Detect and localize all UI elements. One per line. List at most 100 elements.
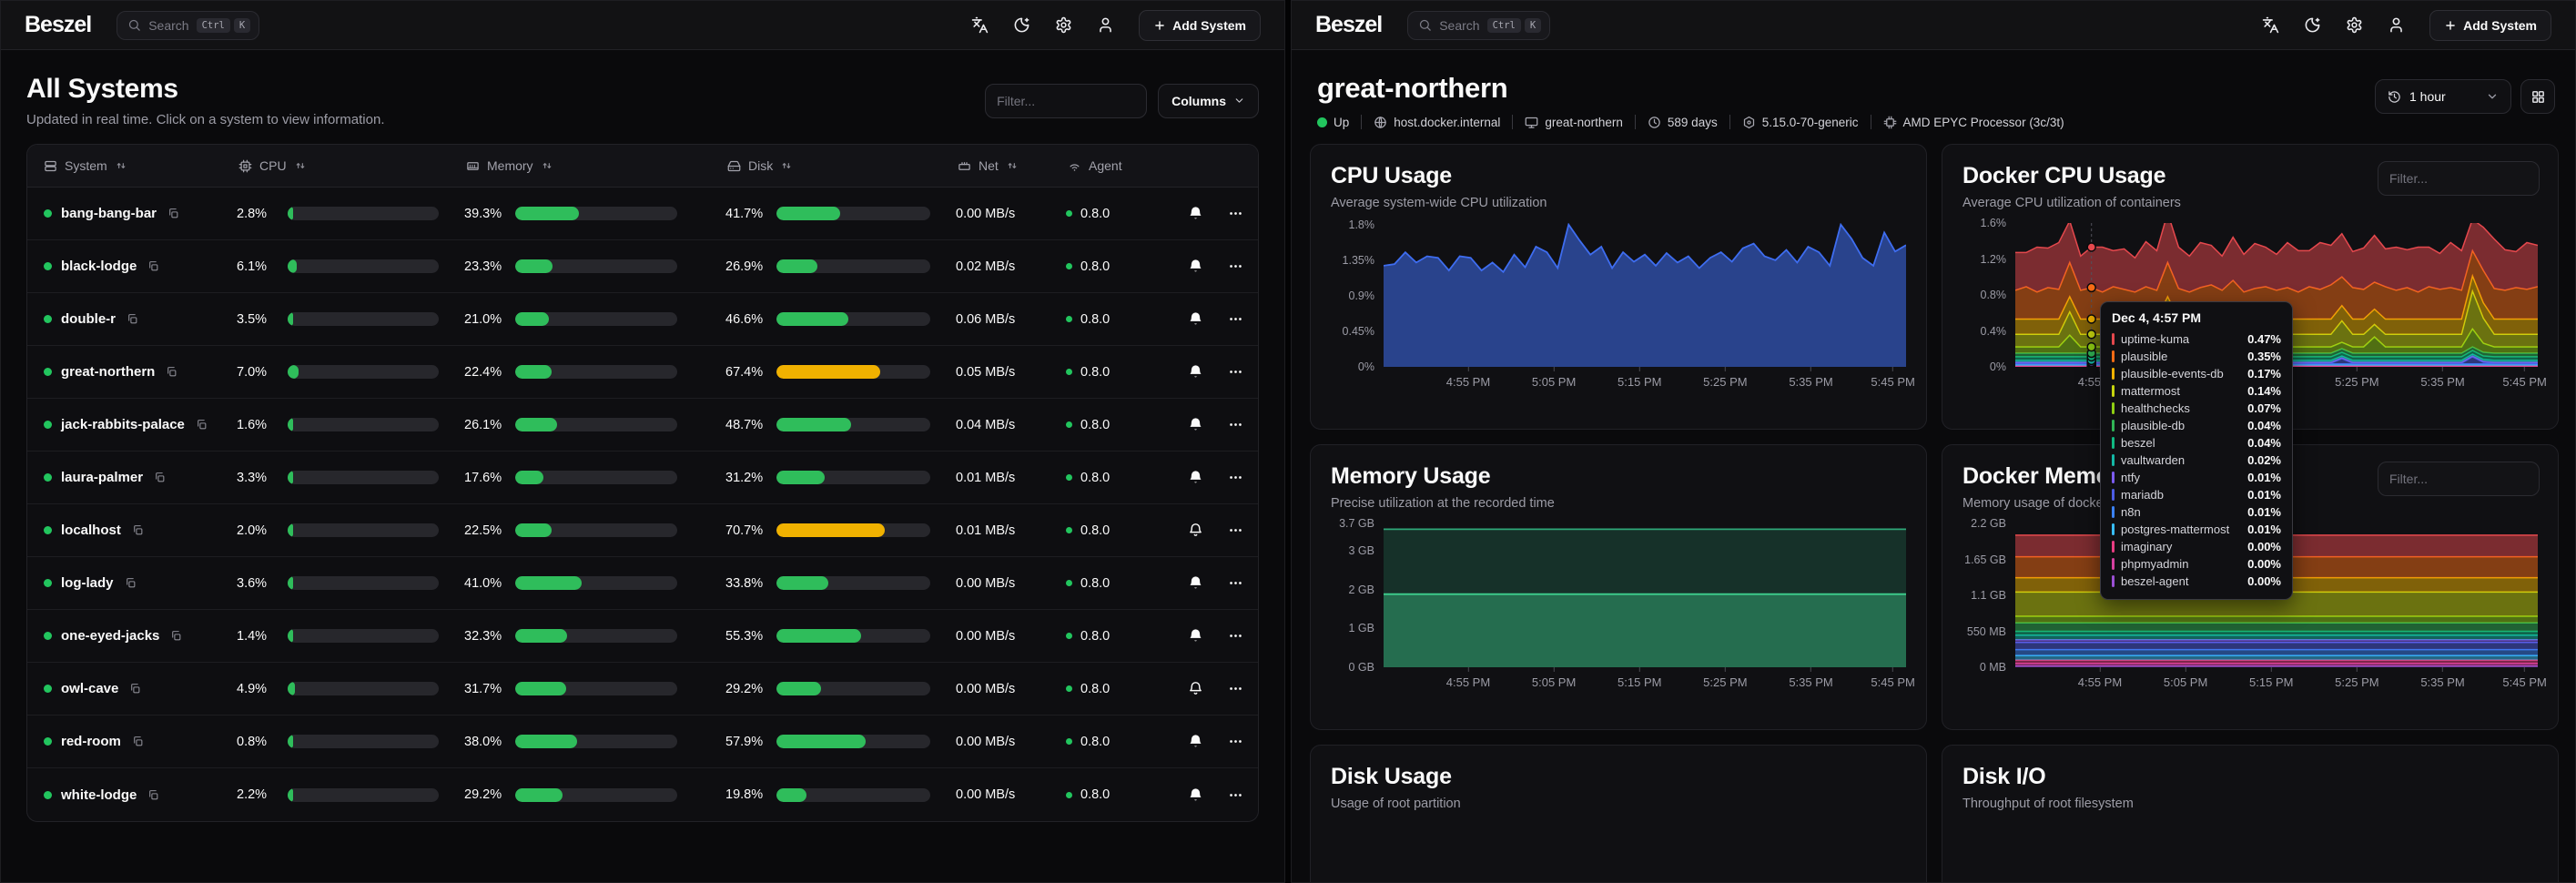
gear-icon[interactable] [2346,16,2363,34]
user-icon[interactable] [2388,16,2405,34]
ellipsis-menu-button[interactable] [1222,306,1249,333]
time-range-select[interactable]: 1 hour [2375,79,2511,114]
actions-cell [1222,464,1258,492]
disk-cell: 55.3% [725,629,956,644]
chart-plot-area[interactable] [1384,523,1906,667]
bell-icon[interactable] [1182,781,1209,808]
copy-icon[interactable] [167,208,179,219]
add-system-button[interactable]: Add System [1139,10,1261,41]
bell-icon[interactable] [1182,200,1209,228]
ellipsis-menu-button[interactable] [1222,623,1249,650]
languages-icon[interactable] [971,16,989,34]
alerts-cell [1182,359,1222,386]
ellipsis-menu-button[interactable] [1222,359,1249,386]
ellipsis-menu-button[interactable] [1222,675,1249,703]
net-cell: 0.06 MB/s [956,312,1066,327]
table-row[interactable]: one-eyed-jacks1.4%32.3%55.3%0.00 MB/s0.8… [27,610,1258,663]
disk-cell: 26.9% [725,259,956,274]
chart-plot-area[interactable] [1384,223,1906,367]
disk-cell: 41.7% [725,207,956,221]
topbar: Beszel Search CtrlK Add System [1,1,1284,50]
search-shortcut: CtrlK [197,18,251,33]
sort-icon [115,159,127,172]
bell-icon[interactable] [1182,623,1209,650]
system-meta: Up host.docker.internalgreat-northern589… [1317,115,2064,129]
copy-icon[interactable] [147,789,159,801]
system-name-cell: one-eyed-jacks [27,628,237,644]
languages-icon[interactable] [2262,16,2279,34]
table-row[interactable]: laura-palmer3.3%17.6%31.2%0.01 MB/s0.8.0 [27,452,1258,504]
bell-icon[interactable] [1182,728,1209,756]
layout-grid-button[interactable] [2520,79,2555,114]
net-cell: 0.00 MB/s [956,207,1066,221]
ellipsis-menu-button[interactable] [1222,517,1249,544]
ellipsis-menu-button[interactable] [1222,464,1249,492]
table-row[interactable]: great-northern7.0%22.4%67.4%0.05 MB/s0.8… [27,346,1258,399]
table-filter-input[interactable] [985,84,1147,118]
search-input[interactable]: Search CtrlK [117,11,259,40]
meter-track [515,629,677,643]
copy-icon[interactable] [129,683,141,695]
bell-icon[interactable] [1182,359,1209,386]
bell-icon[interactable] [1182,464,1209,492]
column-header-disk[interactable]: Disk [725,158,956,173]
column-header-cpu[interactable]: CPU [237,158,464,173]
ellipsis-menu-button[interactable] [1222,570,1249,597]
copy-icon[interactable] [125,577,137,589]
ellipsis-menu-button[interactable] [1222,781,1249,808]
page-title: All Systems [26,74,385,105]
table-row[interactable]: log-lady3.6%41.0%33.8%0.00 MB/s0.8.0 [27,557,1258,610]
table-row[interactable]: owl-cave4.9%31.7%29.2%0.00 MB/s0.8.0 [27,663,1258,716]
tooltip-row: ntfy0.01% [2112,469,2281,486]
gear-icon[interactable] [1055,16,1072,34]
copy-icon[interactable] [166,366,177,378]
ellipsis-menu-button[interactable] [1222,200,1249,228]
memory-cell: 41.0% [464,576,725,591]
ellipsis-menu-button[interactable] [1222,728,1249,756]
bell-icon[interactable] [1182,253,1209,280]
moon-star-icon[interactable] [1013,16,1030,34]
series-color-mark [2112,333,2115,345]
system-name: great-northern [61,364,155,380]
series-color-mark [2112,454,2115,466]
moon-star-icon[interactable] [2304,16,2321,34]
status-dot [44,526,52,534]
table-row[interactable]: double-r3.5%21.0%46.6%0.06 MB/s0.8.0 [27,293,1258,346]
search-input[interactable]: Search CtrlK [1407,11,1550,40]
column-header-memory[interactable]: Memory [464,158,725,173]
copy-icon[interactable] [154,472,166,483]
add-system-button[interactable]: Add System [2429,10,2551,41]
columns-button[interactable]: Columns [1158,84,1259,118]
column-header-net[interactable]: Net [956,158,1066,173]
container-filter-input[interactable] [2378,161,2540,196]
table-row[interactable]: white-lodge2.2%29.2%19.8%0.00 MB/s0.8.0 [27,768,1258,821]
cpu-usage-chart[interactable]: 1.8%1.35%0.9%0.45%0%4:55 PM5:05 PM5:15 P… [1331,223,1906,394]
copy-icon[interactable] [196,419,208,431]
memory-cell: 26.1% [464,418,725,432]
copy-icon[interactable] [127,313,138,325]
table-row[interactable]: red-room0.8%38.0%57.9%0.00 MB/s0.8.0 [27,716,1258,768]
container-filter-input[interactable] [2378,462,2540,496]
memory-usage-chart[interactable]: 3.7 GB3 GB2 GB1 GB0 GB4:55 PM5:05 PM5:15… [1331,523,1906,695]
user-icon[interactable] [1097,16,1114,34]
copy-icon[interactable] [132,524,144,536]
table-row[interactable]: localhost2.0%22.5%70.7%0.01 MB/s0.8.0 [27,504,1258,557]
meter-track [515,207,677,220]
agent-version: 0.8.0 [1080,629,1110,644]
y-axis-labels: 3.7 GB3 GB2 GB1 GB0 GB [1331,523,1384,667]
bell-outline-icon[interactable] [1182,675,1209,703]
copy-icon[interactable] [132,736,144,747]
disk-cell: 67.4% [725,365,956,380]
copy-icon[interactable] [170,630,182,642]
column-header-system[interactable]: System [27,158,237,173]
bell-icon[interactable] [1182,570,1209,597]
copy-icon[interactable] [147,260,159,272]
bell-icon[interactable] [1182,411,1209,439]
bell-outline-icon[interactable] [1182,517,1209,544]
table-row[interactable]: jack-rabbits-palace1.6%26.1%48.7%0.04 MB… [27,399,1258,452]
table-row[interactable]: bang-bang-bar2.8%39.3%41.7%0.00 MB/s0.8.… [27,188,1258,240]
ellipsis-menu-button[interactable] [1222,411,1249,439]
bell-icon[interactable] [1182,306,1209,333]
ellipsis-menu-button[interactable] [1222,253,1249,280]
table-row[interactable]: black-lodge6.1%23.3%26.9%0.02 MB/s0.8.0 [27,240,1258,293]
